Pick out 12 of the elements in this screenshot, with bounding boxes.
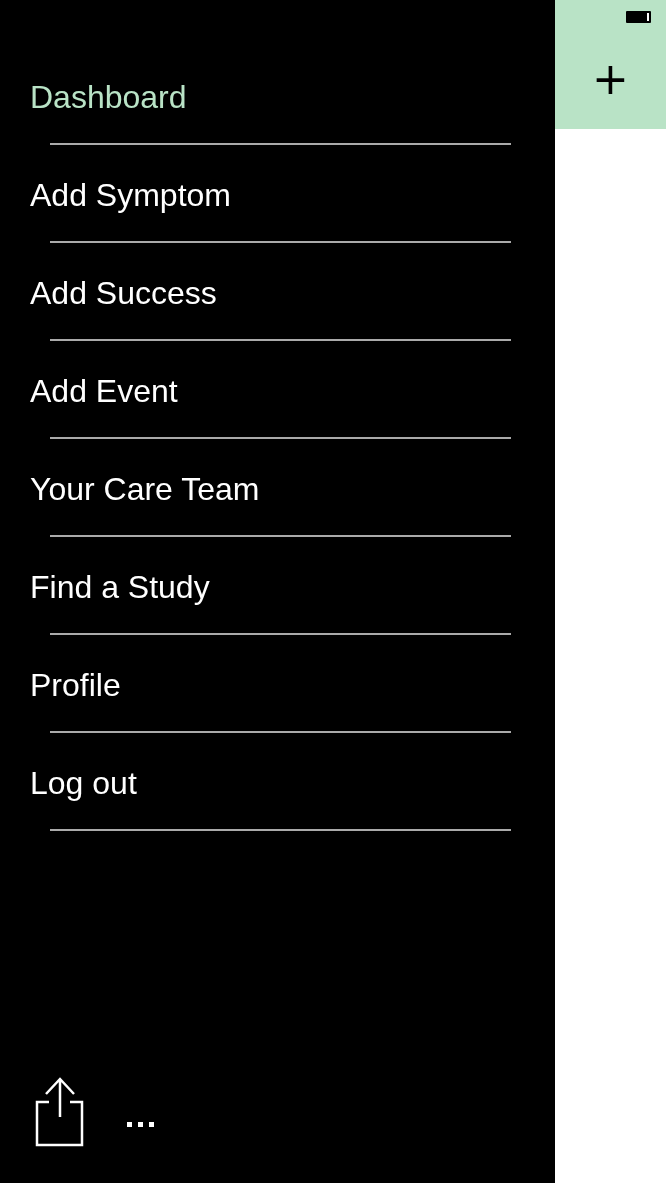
share-icon[interactable] bbox=[35, 1077, 85, 1147]
battery-icon bbox=[626, 11, 652, 23]
add-button[interactable]: + bbox=[592, 57, 629, 101]
menu-item[interactable]: Add Symptom bbox=[30, 175, 231, 215]
menu-item[interactable]: Find a Study bbox=[30, 567, 210, 607]
menu-item[interactable]: Log out bbox=[30, 763, 137, 803]
menu-item[interactable]: Your Care Team bbox=[30, 469, 260, 509]
menu-item[interactable]: Dashboard bbox=[30, 77, 187, 117]
menu-item[interactable]: Profile bbox=[30, 665, 121, 705]
more-icon[interactable] bbox=[127, 1122, 157, 1130]
menu-item[interactable]: Add Event bbox=[30, 371, 178, 411]
menu-item[interactable]: Add Success bbox=[30, 273, 217, 313]
